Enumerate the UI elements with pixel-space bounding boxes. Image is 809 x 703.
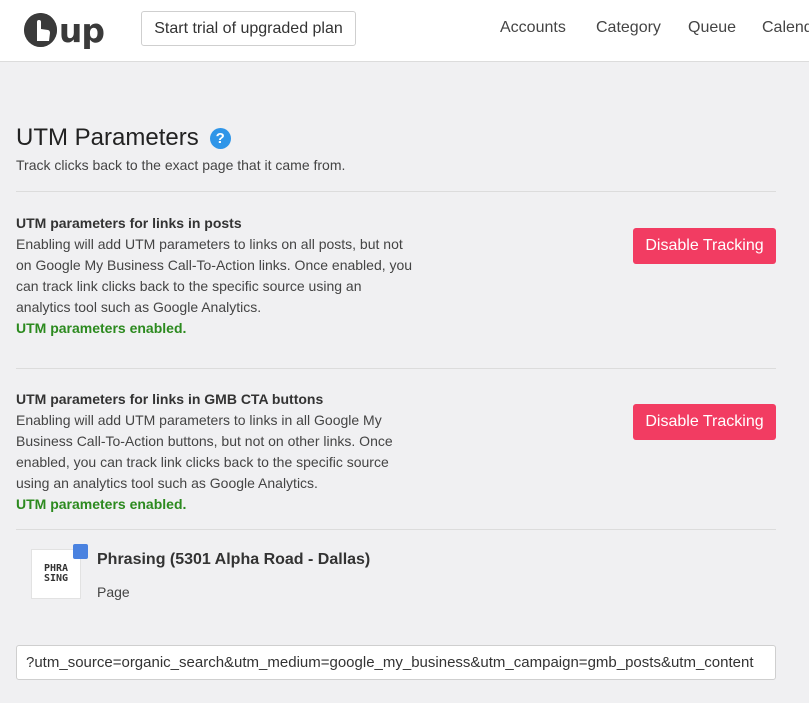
nav-queue[interactable]: Queue [688,19,736,37]
utm-gmb-description: Enabling will add UTM parameters to link… [16,412,393,491]
utm-gmb-section: UTM parameters for links in GMB CTA butt… [16,389,416,515]
profile-type: Page [97,584,130,600]
divider [16,368,776,369]
nav-accounts[interactable]: Accounts [500,19,566,37]
disable-tracking-posts-button[interactable]: Disable Tracking [633,228,776,264]
utm-gmb-status: UTM parameters enabled. [16,496,187,512]
start-trial-button[interactable]: Start trial of upgraded plan [141,11,356,46]
help-icon[interactable]: ? [209,127,231,149]
nav-category[interactable]: Category [596,19,661,37]
logo-text: up [58,10,105,50]
utm-posts-title: UTM parameters for links in posts [16,215,242,231]
google-my-business-icon [73,544,88,559]
utm-posts-status: UTM parameters enabled. [16,320,187,336]
utm-parameters-input[interactable] [16,645,776,680]
disable-tracking-gmb-button[interactable]: Disable Tracking [633,404,776,440]
profile-name: Phrasing (5301 Alpha Road - Dallas) [97,551,371,568]
utm-gmb-title: UTM parameters for links in GMB CTA butt… [16,391,324,407]
utm-posts-section: UTM parameters for links in posts Enabli… [16,213,416,339]
hand-pointer-icon [24,13,57,47]
page-title-row: UTM Parameters ? [16,124,231,152]
page-subtitle: Track clicks back to the exact page that… [16,157,346,173]
divider [16,191,776,192]
divider [16,529,776,530]
top-navigation-bar: up Start trial of upgraded plan Accounts… [0,0,809,62]
page-title: UTM Parameters [16,124,199,151]
profile-avatar-text: PHRA SING [44,563,69,584]
utm-posts-description: Enabling will add UTM parameters to link… [16,236,413,315]
nav-calendar[interactable]: Calendar [762,19,809,37]
logo[interactable]: up [24,10,105,50]
